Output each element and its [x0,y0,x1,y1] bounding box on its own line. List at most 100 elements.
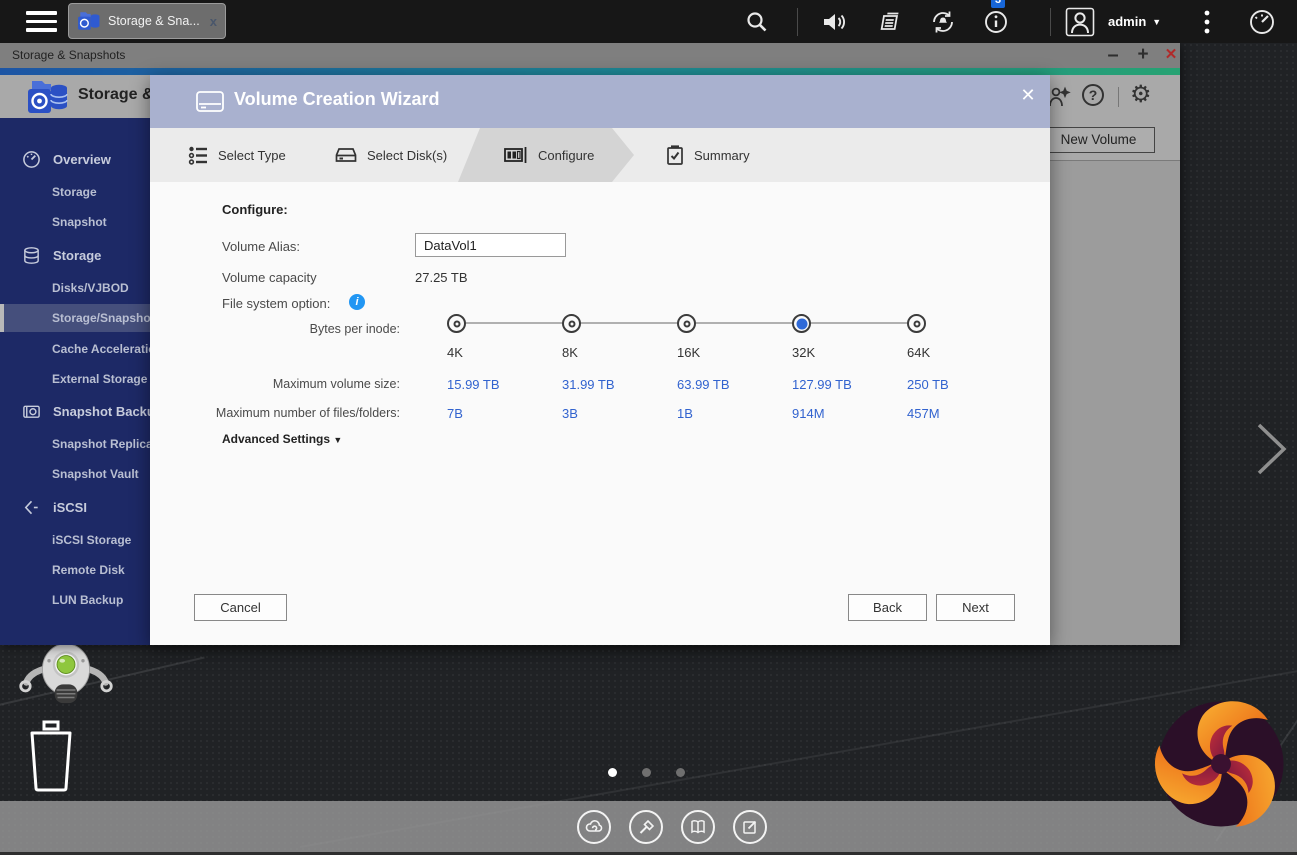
volume-drive-icon [195,90,225,114]
info-icon[interactable]: i [349,294,365,310]
cancel-button[interactable]: Cancel [194,594,287,621]
step-configure[interactable]: Configure [458,128,634,182]
inode-radio-32k[interactable] [792,314,811,333]
gauge-icon [22,150,41,169]
max-volume-value: 31.99 TB [562,377,615,392]
pager-dot[interactable] [608,768,617,777]
dashboard-gauge-icon[interactable] [1240,0,1284,43]
sidebar-nav: Overview Storage Snapshot Storage Disks/VJBO… [0,118,150,645]
inode-size-row: 4K8K16K32K64K [447,345,1022,360]
sidebar-item-cache-acceleration[interactable]: Cache Acceleration [0,335,150,363]
step-label: Select Type [218,148,286,163]
inode-radio-8k[interactable] [562,314,581,333]
sidebar-item-overview[interactable]: Overview [0,145,150,173]
sidebar-item-label: iSCSI [53,500,87,515]
robot-icon[interactable] [18,640,114,706]
user-menu[interactable]: admin ▼ [1108,0,1161,43]
volume-icon[interactable] [815,0,855,43]
hammer-icon[interactable] [629,810,663,844]
sidebar-item-label: Storage [52,185,97,199]
volume-capacity-value: 27.25 TB [415,270,468,285]
inode-size-label: 4K [447,345,463,360]
max-volume-size-label: Maximum volume size: [150,377,400,391]
window-minimize-button[interactable]: – [1100,43,1126,68]
info-icon[interactable]: 3 [975,0,1017,43]
max-volume-value: 15.99 TB [447,377,500,392]
tab-close-icon[interactable]: x [210,14,217,29]
max-volume-row: 15.99 TB31.99 TB63.99 TB127.99 TB250 TB [447,377,1022,392]
iscsi-icon [22,498,41,517]
help-icon[interactable]: ? [1082,84,1104,106]
sidebar-item-iscsi-storage[interactable]: iSCSI Storage [0,526,150,554]
more-kebab-icon[interactable] [1192,0,1222,43]
dialog-title: Volume Creation Wizard [234,89,440,110]
sidebar-item-snapshot-replica[interactable]: Snapshot Replica [0,430,150,458]
volume-creation-wizard-dialog: Volume Creation Wizard ✕ Select Type [150,75,1050,645]
book-icon[interactable] [681,810,715,844]
window-close-button[interactable]: ✕ [1158,43,1184,68]
desktop-pager [608,768,685,777]
max-files-value: 7B [447,406,463,421]
sidebar-item-snapshot-backup[interactable]: Snapshot Backup [0,397,150,425]
disks-icon [22,246,41,265]
taskbar-tab-storage-snapshots[interactable]: Storage & Sna... x [68,3,226,39]
new-volume-button[interactable]: New Volume [1042,127,1155,153]
next-page-arrow-icon[interactable] [1254,420,1290,478]
configure-icon [504,146,528,164]
advanced-settings-link[interactable]: Advanced Settings ▼ [222,432,342,446]
notification-badge: 3 [991,0,1005,8]
gear-icon[interactable]: ⚙ [1130,83,1152,107]
configure-section-title: Configure: [222,202,288,217]
step-label: Summary [694,148,750,163]
step-select-disks[interactable]: Select Disk(s) [335,128,447,182]
camera-icon [22,402,41,421]
pager-dot[interactable] [676,768,685,777]
chevron-down-icon: ▼ [333,435,342,445]
radio-selected-dot [796,318,807,329]
sidebar-item-storage[interactable]: Storage [0,178,150,206]
inode-size-label: 32K [792,345,815,360]
dialog-header: Volume Creation Wizard ✕ [150,75,1050,128]
inode-radio-16k[interactable] [677,314,696,333]
window-title: Storage & Snapshots [12,43,125,68]
max-files-value: 914M [792,406,825,421]
sidebar-item-lun-backup[interactable]: LUN Backup [0,586,150,614]
radio-dot [453,320,460,327]
background-tasks-icon[interactable] [870,0,910,43]
sidebar-item-external-storage[interactable]: External Storage [0,365,150,393]
file-system-option-label: File system option: [222,296,330,311]
user-name: admin [1108,14,1146,29]
sidebar-item-iscsi[interactable]: iSCSI [0,493,150,521]
sidebar-item-storage[interactable]: Storage [0,241,150,269]
sidebar-item-disks-vjbod[interactable]: Disks/VJBOD [0,274,150,302]
event-sync-icon[interactable] [922,0,964,43]
compose-icon[interactable] [733,810,767,844]
sidebar-item-label: iSCSI Storage [52,533,131,547]
hamburger-icon[interactable] [26,11,57,32]
sidebar-item-snapshot[interactable]: Snapshot [0,208,150,236]
window-titlebar[interactable]: Storage & Snapshots – + ✕ [0,43,1180,68]
trash-icon[interactable] [24,720,78,794]
next-button[interactable]: Next [936,594,1015,621]
window-maximize-button[interactable]: + [1130,43,1156,68]
inode-radio-4k[interactable] [447,314,466,333]
sidebar-item-snapshot-vault[interactable]: Snapshot Vault [0,460,150,488]
step-select-type[interactable]: Select Type [188,128,286,182]
max-volume-value: 63.99 TB [677,377,730,392]
search-icon[interactable] [740,0,774,43]
sidebar-item-storage-snapshots[interactable]: Storage/Snapshots [0,304,150,332]
chevron-down-icon: ▼ [1152,17,1161,27]
inode-radio-row [447,314,1022,333]
volume-alias-input[interactable] [415,233,566,257]
back-button[interactable]: Back [848,594,927,621]
volume-alias-label: Volume Alias: [222,239,300,254]
bytes-per-inode-label: Bytes per inode: [150,322,400,336]
dock-bar [0,801,1297,852]
pager-dot[interactable] [642,768,651,777]
user-box-icon[interactable] [1060,0,1100,43]
inode-radio-64k[interactable] [907,314,926,333]
sidebar-item-remote-disk[interactable]: Remote Disk [0,556,150,584]
cloud-icon[interactable] [577,810,611,844]
step-summary[interactable]: Summary [666,128,750,182]
dialog-close-icon[interactable]: ✕ [1016,83,1040,107]
